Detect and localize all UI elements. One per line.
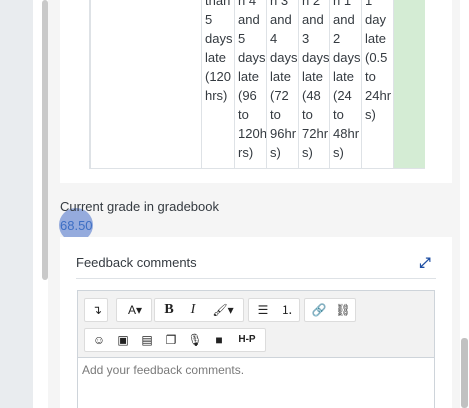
ordered-list-button[interactable]: ⒈ bbox=[275, 299, 299, 321]
manage-files-button[interactable]: ❐ bbox=[159, 329, 183, 351]
rubric-level-selected[interactable] bbox=[393, 0, 425, 168]
page-left-panel bbox=[0, 0, 33, 408]
media-button[interactable]: ▤ bbox=[135, 329, 159, 351]
record-video-button[interactable]: ■ bbox=[207, 329, 231, 351]
link-button[interactable]: 🔗 bbox=[307, 299, 331, 321]
toolbar-group: B I 🖌▾ bbox=[154, 298, 244, 322]
rubric-level[interactable]: than 5 days late (120 hrs) bbox=[201, 0, 234, 168]
unordered-list-button[interactable]: ☰ bbox=[251, 299, 275, 321]
rubric-criterion-description bbox=[90, 0, 201, 168]
rubric-level[interactable]: 1 day late (0.5 to 24hr s) bbox=[361, 0, 393, 168]
toolbar-group: ☺ ▣ ▤ ❐ 🎙 ■ H-P bbox=[84, 328, 266, 352]
italic-button[interactable]: I bbox=[181, 299, 205, 321]
right-scrollbar[interactable] bbox=[461, 338, 468, 408]
toolbar-group: A▾ bbox=[116, 298, 152, 322]
feedback-divider bbox=[76, 278, 436, 279]
feedback-placeholder: Add your feedback comments. bbox=[82, 363, 245, 377]
feedback-title: Feedback comments bbox=[76, 255, 197, 270]
toolbar-group: ↴ bbox=[84, 298, 108, 322]
rubric-level[interactable]: n 3 and 4 days late (72 to 96hr s) bbox=[266, 0, 298, 168]
expand-icon[interactable]: ⤢ bbox=[417, 254, 433, 270]
h5p-button[interactable]: H-P bbox=[231, 329, 263, 351]
rubric-level[interactable]: n 2 and 3 days late (48 to 72hr s) bbox=[298, 0, 329, 168]
toolbar-toggle-button[interactable]: ↴ bbox=[85, 299, 109, 321]
toolbar-group: 🔗 ⛓ bbox=[304, 298, 356, 322]
rubric-level[interactable]: n 1 and 2 days late (24 to 48hr s) bbox=[329, 0, 361, 168]
font-style-button[interactable]: A▾ bbox=[119, 299, 151, 321]
text-color-button[interactable]: 🖌▾ bbox=[205, 299, 241, 321]
bold-button[interactable]: B bbox=[157, 299, 181, 321]
image-button[interactable]: ▣ bbox=[111, 329, 135, 351]
unlink-button[interactable]: ⛓ bbox=[331, 299, 355, 321]
rubric-table: than 5 days late (120 hrs) n 4 and 5 day… bbox=[89, 0, 425, 169]
grade-label: Current grade in gradebook bbox=[60, 199, 219, 214]
toolbar-group: ☰ ⒈ bbox=[248, 298, 300, 322]
editor-toolbar: ↴ A▾ B I 🖌▾ ☰ ⒈ 🔗 ⛓ ☺ ▣ ▤ ❐ 🎙 ■ H-P bbox=[78, 291, 434, 358]
grade-value-link[interactable]: 68.50 bbox=[60, 218, 93, 233]
emoji-button[interactable]: ☺ bbox=[87, 329, 111, 351]
rubric-level[interactable]: n 4 and 5 days late (96 to 120h rs) bbox=[234, 0, 267, 168]
record-audio-button[interactable]: 🎙 bbox=[183, 329, 207, 351]
